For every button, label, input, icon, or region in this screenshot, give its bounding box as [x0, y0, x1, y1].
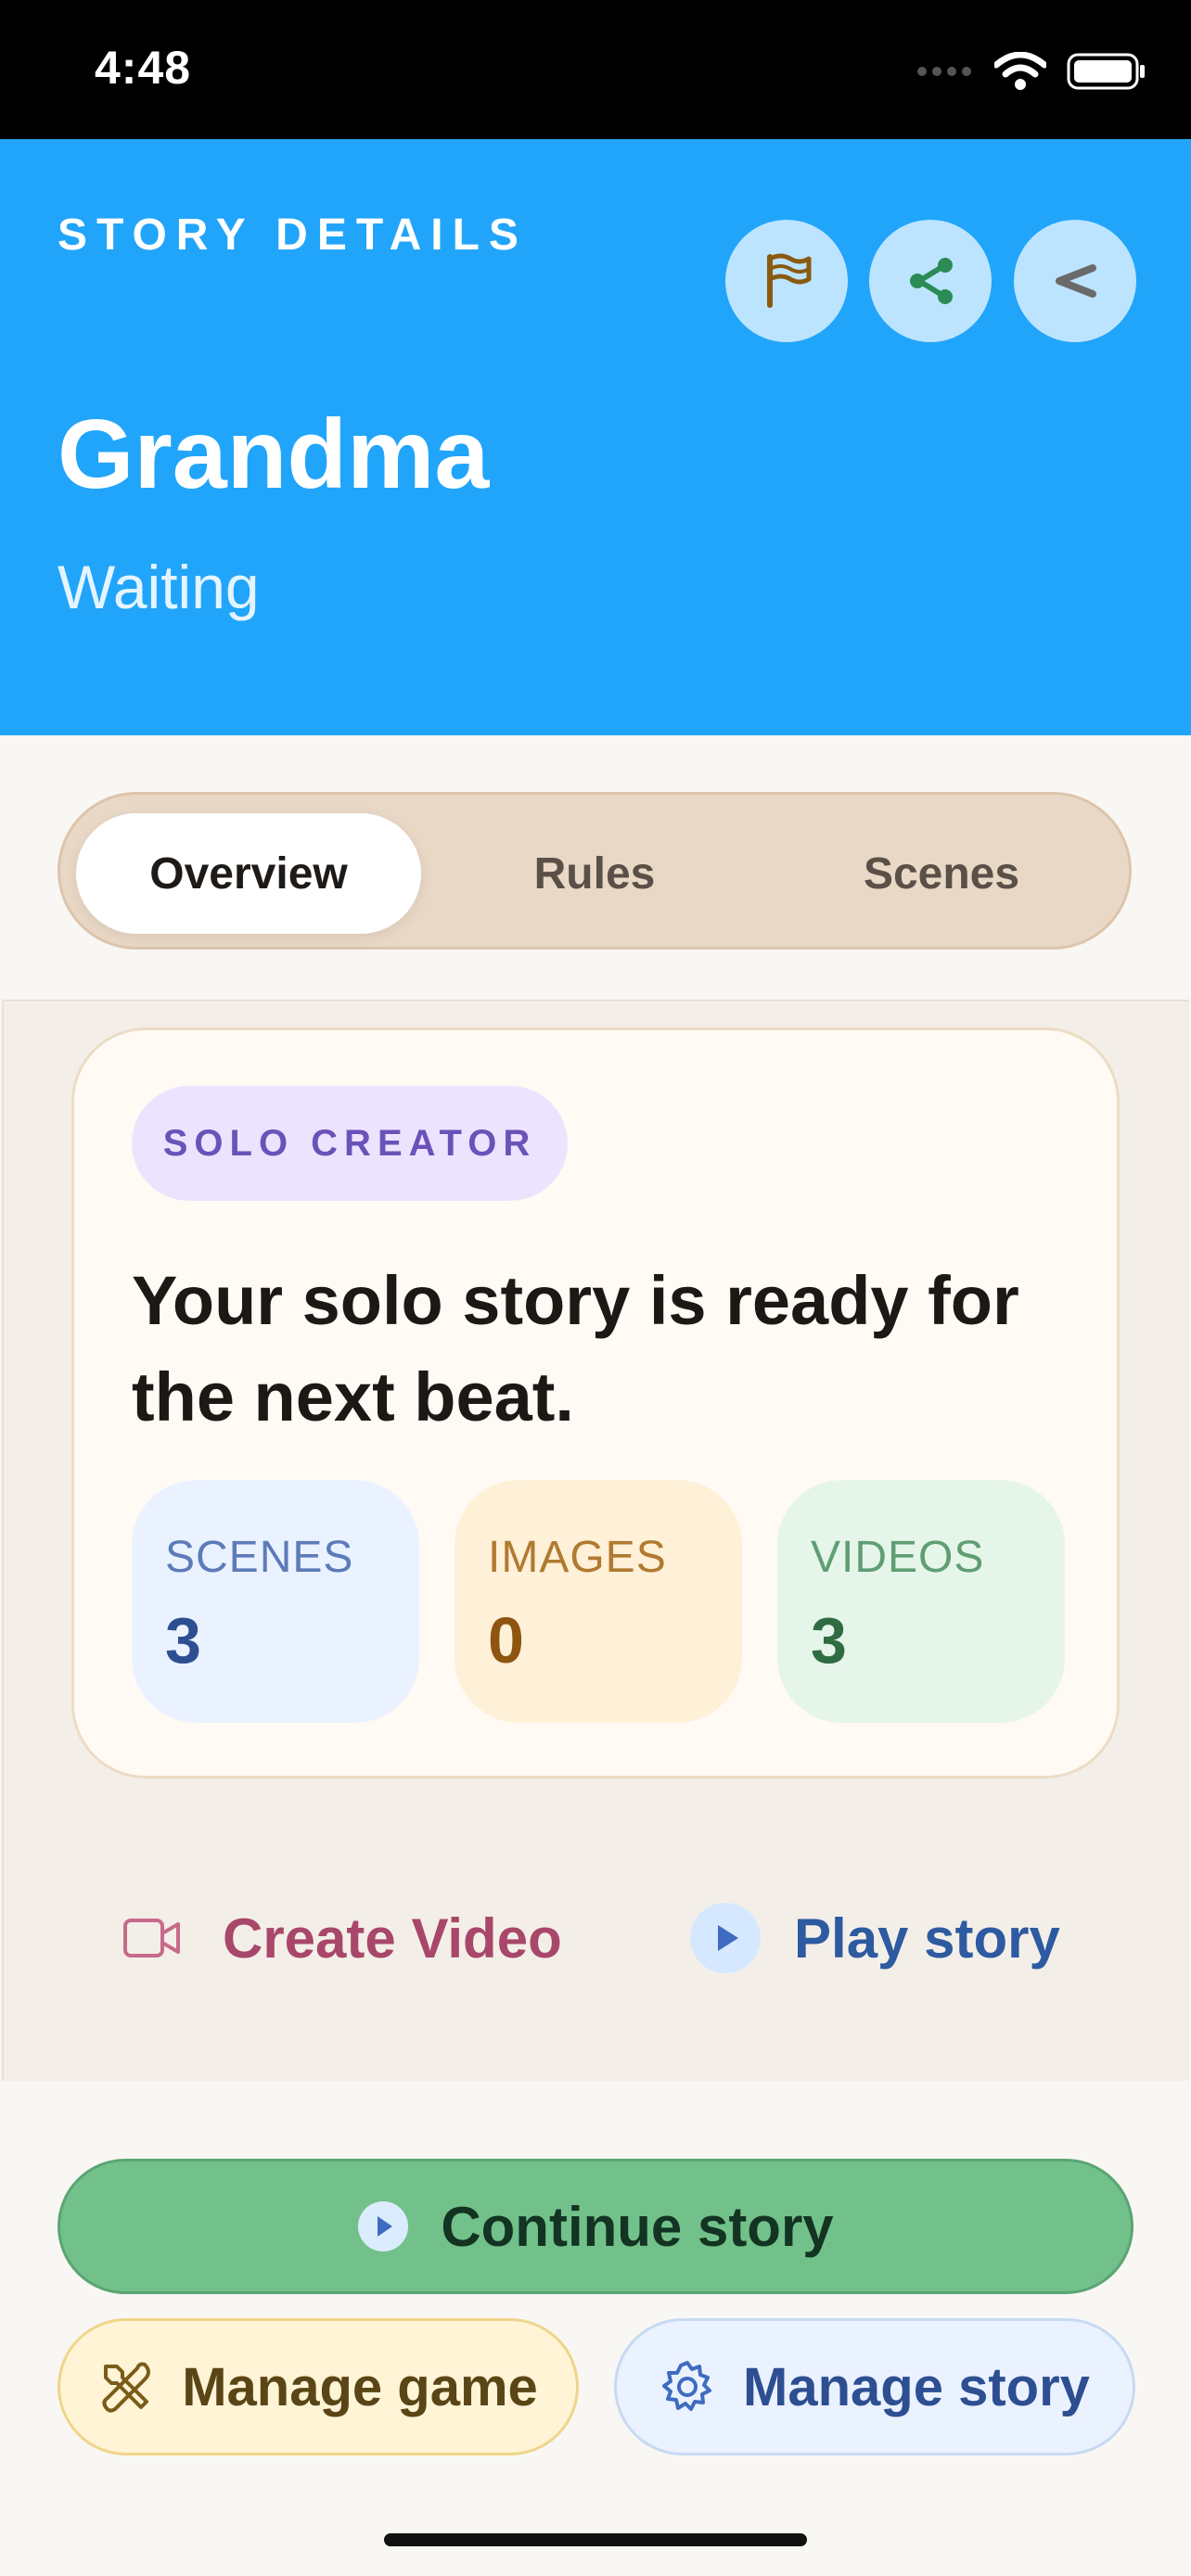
tab-overview[interactable]: Overview	[76, 813, 421, 934]
solo-creator-card: SOLO CREATOR Your solo story is ready fo…	[71, 1027, 1120, 1779]
stat-label: IMAGES	[488, 1533, 667, 1582]
play-circle-icon	[690, 1903, 761, 1973]
manage-game-button[interactable]: Manage game	[58, 2318, 579, 2455]
continue-story-button[interactable]: Continue story	[58, 2159, 1133, 2294]
wifi-icon	[994, 52, 1046, 90]
stat-videos: VIDEOS 3	[777, 1480, 1065, 1723]
share-button[interactable]	[869, 220, 992, 342]
home-indicator	[384, 2533, 807, 2546]
status-icons	[916, 48, 1146, 95]
section-label: STORY DETAILS	[58, 210, 528, 260]
battery-icon	[1067, 53, 1145, 90]
story-title: Grandma	[58, 400, 490, 509]
gear-icon	[662, 2361, 712, 2411]
stat-value: 3	[165, 1604, 201, 1677]
share-icon	[910, 258, 953, 304]
tab-scenes[interactable]: Scenes	[769, 813, 1114, 934]
play-story-link[interactable]: Play story	[688, 1892, 1060, 1984]
segmented-tabs: Overview Rules Scenes	[58, 792, 1132, 950]
manage-game-label: Manage game	[182, 2356, 538, 2417]
stat-label: VIDEOS	[811, 1533, 985, 1582]
story-header: STORY DETAILS Grandma Waiting	[0, 139, 1191, 735]
stat-scenes: SCENES 3	[132, 1480, 419, 1723]
story-status: Waiting	[58, 553, 260, 621]
back-chevron-icon	[1056, 264, 1096, 298]
manage-story-button[interactable]: Manage story	[614, 2318, 1135, 2455]
back-button[interactable]	[1014, 220, 1136, 342]
card-headline: Your solo story is ready for the next be…	[132, 1262, 1019, 1435]
play-circle-icon	[358, 2201, 409, 2251]
stat-images: IMAGES 0	[455, 1480, 742, 1723]
solo-creator-badge: SOLO CREATOR	[132, 1086, 568, 1201]
flag-icon	[767, 253, 812, 308]
flag-button[interactable]	[725, 220, 848, 342]
cellular-signal-icon	[917, 67, 971, 76]
stat-value: 0	[488, 1604, 524, 1677]
tab-rules[interactable]: Rules	[422, 813, 767, 934]
tools-icon	[102, 2362, 151, 2413]
create-video-label: Create Video	[223, 1906, 562, 1970]
status-bar: 4:48	[0, 0, 1191, 139]
status-time: 4:48	[95, 42, 192, 94]
continue-story-label: Continue story	[441, 2195, 834, 2258]
stat-value: 3	[811, 1604, 847, 1677]
video-camera-icon	[123, 1919, 180, 1958]
play-story-label: Play story	[794, 1906, 1060, 1970]
create-video-link[interactable]: Create Video	[122, 1892, 562, 1984]
stat-label: SCENES	[165, 1533, 354, 1582]
manage-story-label: Manage story	[743, 2356, 1090, 2417]
